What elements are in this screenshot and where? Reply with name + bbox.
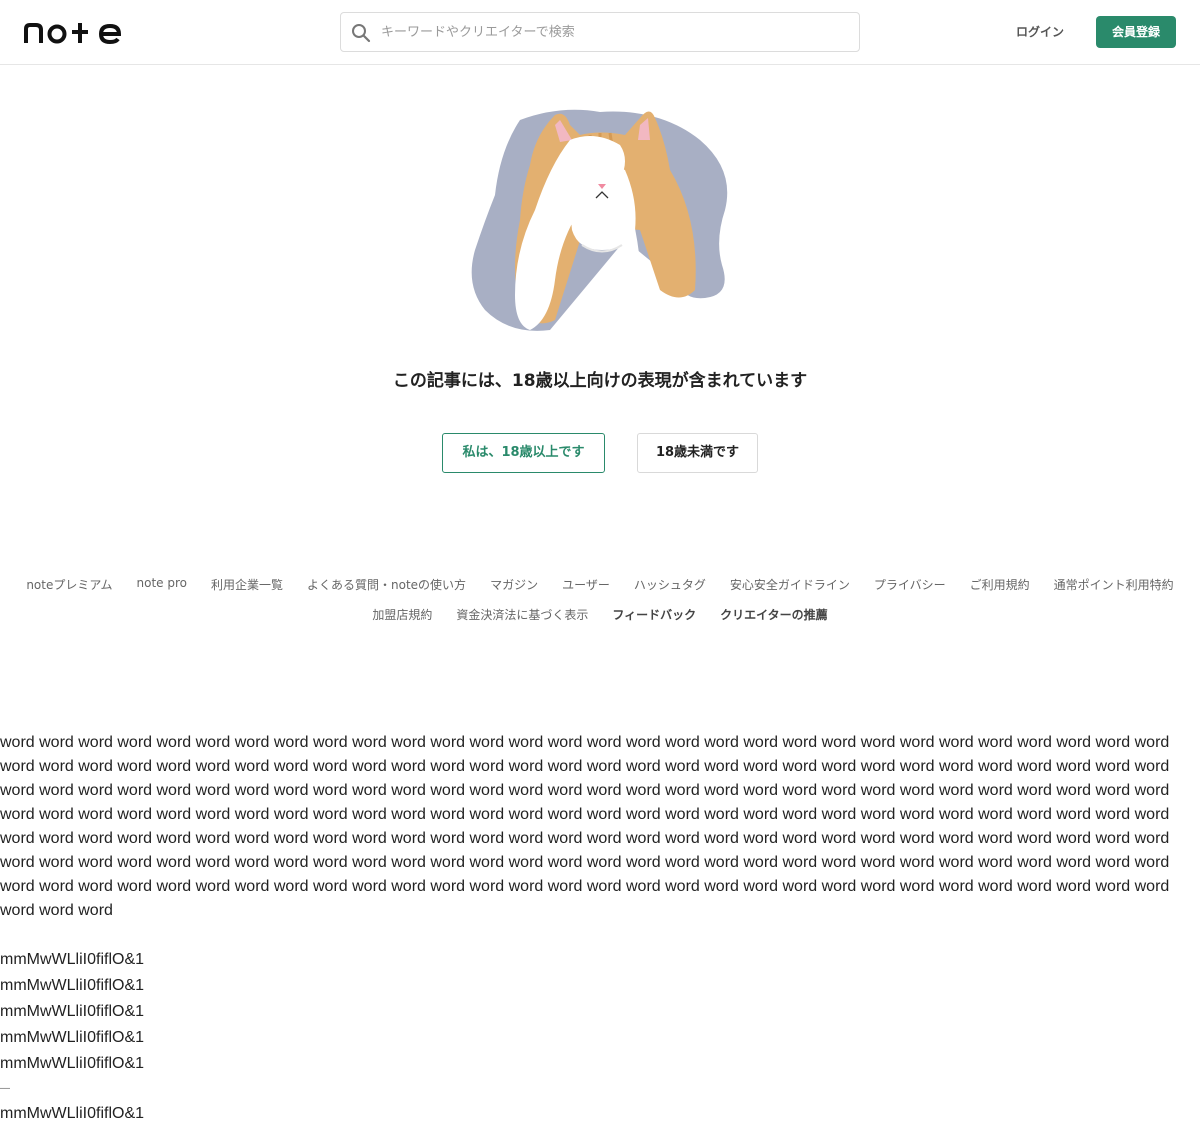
footer-link-magazine[interactable]: マガジン bbox=[490, 576, 538, 593]
footer-link-feedback[interactable]: フィードバック bbox=[612, 606, 696, 623]
word-paragraph: word word word word word word word word … bbox=[0, 734, 1170, 919]
age-restriction-message: この記事には、18歳以上向けの表現が含まれています bbox=[392, 371, 808, 391]
confirm-adult-button[interactable]: 私は、18歳以上です bbox=[442, 433, 605, 473]
search-box[interactable] bbox=[340, 12, 860, 52]
footer-link-creator-recommend[interactable]: クリエイターの推薦 bbox=[720, 606, 828, 623]
under-18-button[interactable]: 18歳未満です bbox=[637, 433, 758, 473]
search-icon bbox=[352, 24, 371, 43]
site-header: note ログイン 会員登録 bbox=[0, 0, 1200, 65]
signup-button[interactable]: 会員登録 bbox=[1096, 16, 1176, 48]
cat-covering-eyes-illustration bbox=[471, 109, 728, 331]
glyph-probe-line: mmMwWLliI0fiflO&1 bbox=[0, 1105, 145, 1122]
footer-link-payment-act[interactable]: 資金決済法に基づく表示 bbox=[456, 606, 588, 623]
footer-link-users[interactable]: ユーザー bbox=[562, 576, 610, 593]
footer-link-hashtag[interactable]: ハッシュタグ bbox=[634, 576, 706, 593]
footer-link-premium[interactable]: noteプレミアム bbox=[26, 576, 112, 593]
footer-link-merchant-terms[interactable]: 加盟店規約 bbox=[372, 606, 432, 623]
footer-link-privacy[interactable]: プライバシー bbox=[874, 576, 946, 593]
glyph-probe-line: mmMwWLliI0fiflO&1 bbox=[0, 977, 145, 994]
footer-link-note-pro[interactable]: note pro bbox=[137, 576, 187, 593]
glyph-probe-line: mmMwWLliI0fiflO&1 bbox=[0, 1003, 145, 1020]
footer-link-safety-guidelines[interactable]: 安心安全ガイドライン bbox=[730, 576, 850, 593]
footer-links-row-2: 加盟店規約 資金決済法に基づく表示 フィードバック クリエイターの推薦 bbox=[0, 606, 1200, 623]
note-logo[interactable]: note bbox=[24, 19, 124, 45]
login-link[interactable]: ログイン bbox=[1000, 16, 1080, 48]
glyph-probe-line: mmMwWLliI0fiflO&1 bbox=[0, 1055, 145, 1072]
footer-link-companies[interactable]: 利用企業一覧 bbox=[211, 576, 283, 593]
footer-link-faq[interactable]: よくある質問・noteの使い方 bbox=[307, 576, 466, 593]
footer-link-terms[interactable]: ご利用規約 bbox=[970, 576, 1030, 593]
glyph-probe-line: mmMwWLliI0fiflO&1 bbox=[0, 1029, 145, 1046]
footer-link-points-terms[interactable]: 通常ポイント利用特約 bbox=[1054, 576, 1174, 593]
glyph-probe-line: mmMwWLliI0fiflO&1 bbox=[0, 951, 145, 968]
glyph-probe-block: mmMwWLliI0fiflO&1 mmMwWLliI0fiflO&1 mmMw… bbox=[0, 947, 400, 1126]
search-input[interactable] bbox=[381, 13, 851, 51]
footer-links-row-1: noteプレミアム note pro 利用企業一覧 よくある質問・noteの使い… bbox=[0, 576, 1200, 593]
separator-dash: — bbox=[0, 1083, 10, 1094]
